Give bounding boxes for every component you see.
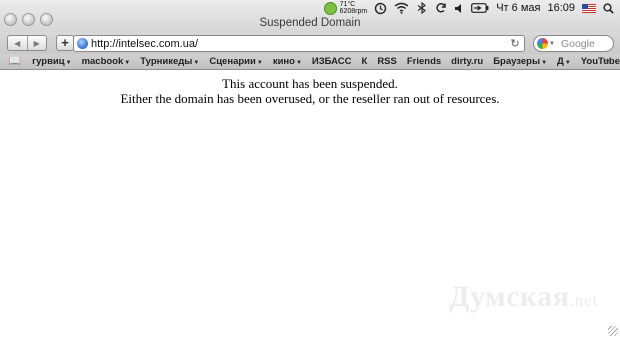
bookmark-label: Сценарии: [209, 56, 256, 67]
bookmark-label: гурвиц: [32, 56, 65, 67]
bookmark-item[interactable]: Friends: [407, 56, 441, 67]
globe-icon: [77, 38, 88, 49]
suspension-detail: Either the domain has been overused, or …: [120, 91, 500, 106]
chevron-down-icon: ▼: [541, 60, 548, 66]
chevron-down-icon: ▼: [193, 60, 200, 66]
bookmark-item[interactable]: кино▼: [273, 56, 302, 67]
spotlight-search-icon[interactable]: [603, 2, 614, 14]
temperature-value: 71°C: [339, 1, 356, 8]
bookmark-item[interactable]: RSS: [377, 56, 397, 67]
bookmark-label: RSS: [377, 56, 397, 67]
bluetooth-icon[interactable]: [416, 2, 428, 14]
bookmark-label: YouTube: [580, 56, 620, 67]
bookmark-label: Браузеры: [493, 56, 541, 67]
bookmark-label: Д: [557, 56, 564, 67]
time-machine-icon[interactable]: [374, 2, 387, 15]
search-engine-caret-icon[interactable]: ▼: [549, 41, 555, 47]
add-bookmark-button[interactable]: +: [56, 35, 74, 51]
suspension-message: This account has been suspended. Either …: [0, 76, 620, 106]
bookmark-item[interactable]: К: [362, 56, 368, 67]
back-button[interactable]: ◀: [8, 36, 27, 50]
window-title: Suspended Domain: [259, 17, 361, 29]
bookmark-item[interactable]: гурвиц▼: [32, 56, 71, 67]
bookmark-label: К: [361, 56, 368, 67]
bookmark-label: Турникеды: [140, 56, 193, 67]
bookmark-label: macbook: [81, 56, 124, 67]
temperature-readout: 71°C 6208rpm: [340, 1, 368, 15]
temperature-monitor-icon[interactable]: [323, 1, 337, 15]
watermark-main: Думская: [448, 280, 570, 313]
bookmark-label: ИЗБАСС: [311, 56, 352, 67]
bookmark-item[interactable]: macbook▼: [82, 56, 131, 67]
title-bar: Suspended Domain 71°C 6208rpm Чт 6 мая 1…: [0, 0, 620, 32]
forward-button[interactable]: ▶: [26, 36, 47, 50]
suspension-heading: This account has been suspended.: [222, 76, 398, 91]
input-source-flag-icon[interactable]: [582, 3, 596, 13]
window-resize-handle[interactable]: [608, 326, 618, 336]
bookmark-label: кино: [272, 56, 295, 67]
search-placeholder: Google: [560, 37, 595, 50]
bookmark-item[interactable]: dirty.ru: [451, 56, 483, 67]
bookmark-item[interactable]: YouTube: [581, 56, 620, 67]
chevron-down-icon: ▼: [295, 60, 302, 66]
bookmark-item[interactable]: Турникеды▼: [140, 56, 199, 67]
chevron-down-icon: ▼: [564, 60, 571, 66]
site-watermark: Думская.net: [449, 280, 598, 314]
menubar-clock[interactable]: 16:09: [547, 2, 575, 14]
bookmarks-bar: 📖 гурвиц▼ macbook▼ Турникеды▼ Сценарии▼ кино…: [0, 54, 620, 70]
search-field[interactable]: ▼ Google: [533, 35, 614, 52]
address-bar[interactable]: http://intelsec.com.ua/ ↻: [73, 35, 525, 52]
menubar-extras: 71°C 6208rpm Чт 6 мая 16:09: [323, 1, 614, 15]
bookmark-label: Friends: [406, 56, 442, 67]
battery-icon[interactable]: [471, 3, 489, 13]
chevron-down-icon: ▼: [65, 60, 72, 66]
chevron-down-icon: ▼: [124, 60, 131, 66]
menubar-date[interactable]: Чт 6 мая: [496, 2, 540, 14]
browser-toolbar: ◀ ▶ + http://intelsec.com.ua/ ↻ ▼ Google: [0, 32, 620, 54]
show-all-bookmarks-icon[interactable]: 📖: [8, 56, 22, 67]
reload-icon[interactable]: ↻: [509, 37, 521, 50]
bookmark-label: dirty.ru: [451, 56, 484, 67]
watermark-suffix: .net: [569, 290, 598, 310]
bookmark-item[interactable]: Сценарии▼: [209, 56, 262, 67]
wifi-icon[interactable]: [394, 2, 409, 14]
page-content: This account has been suspended. Either …: [0, 71, 620, 338]
sync-icon[interactable]: [435, 2, 447, 14]
chevron-down-icon: ▼: [256, 60, 263, 66]
fan-speed-value: 6208rpm: [339, 8, 368, 15]
bookmark-item[interactable]: Браузеры▼: [493, 56, 547, 67]
bookmark-item[interactable]: Д▼: [557, 56, 571, 67]
bookmark-item[interactable]: ИЗБАСС: [312, 56, 352, 67]
volume-icon[interactable]: [454, 3, 464, 14]
bookmarks-overflow-icon[interactable]: »: [604, 55, 610, 67]
url-field[interactable]: http://intelsec.com.ua/: [91, 38, 509, 50]
google-icon[interactable]: [537, 38, 548, 49]
back-forward-group: ◀ ▶: [7, 35, 47, 51]
